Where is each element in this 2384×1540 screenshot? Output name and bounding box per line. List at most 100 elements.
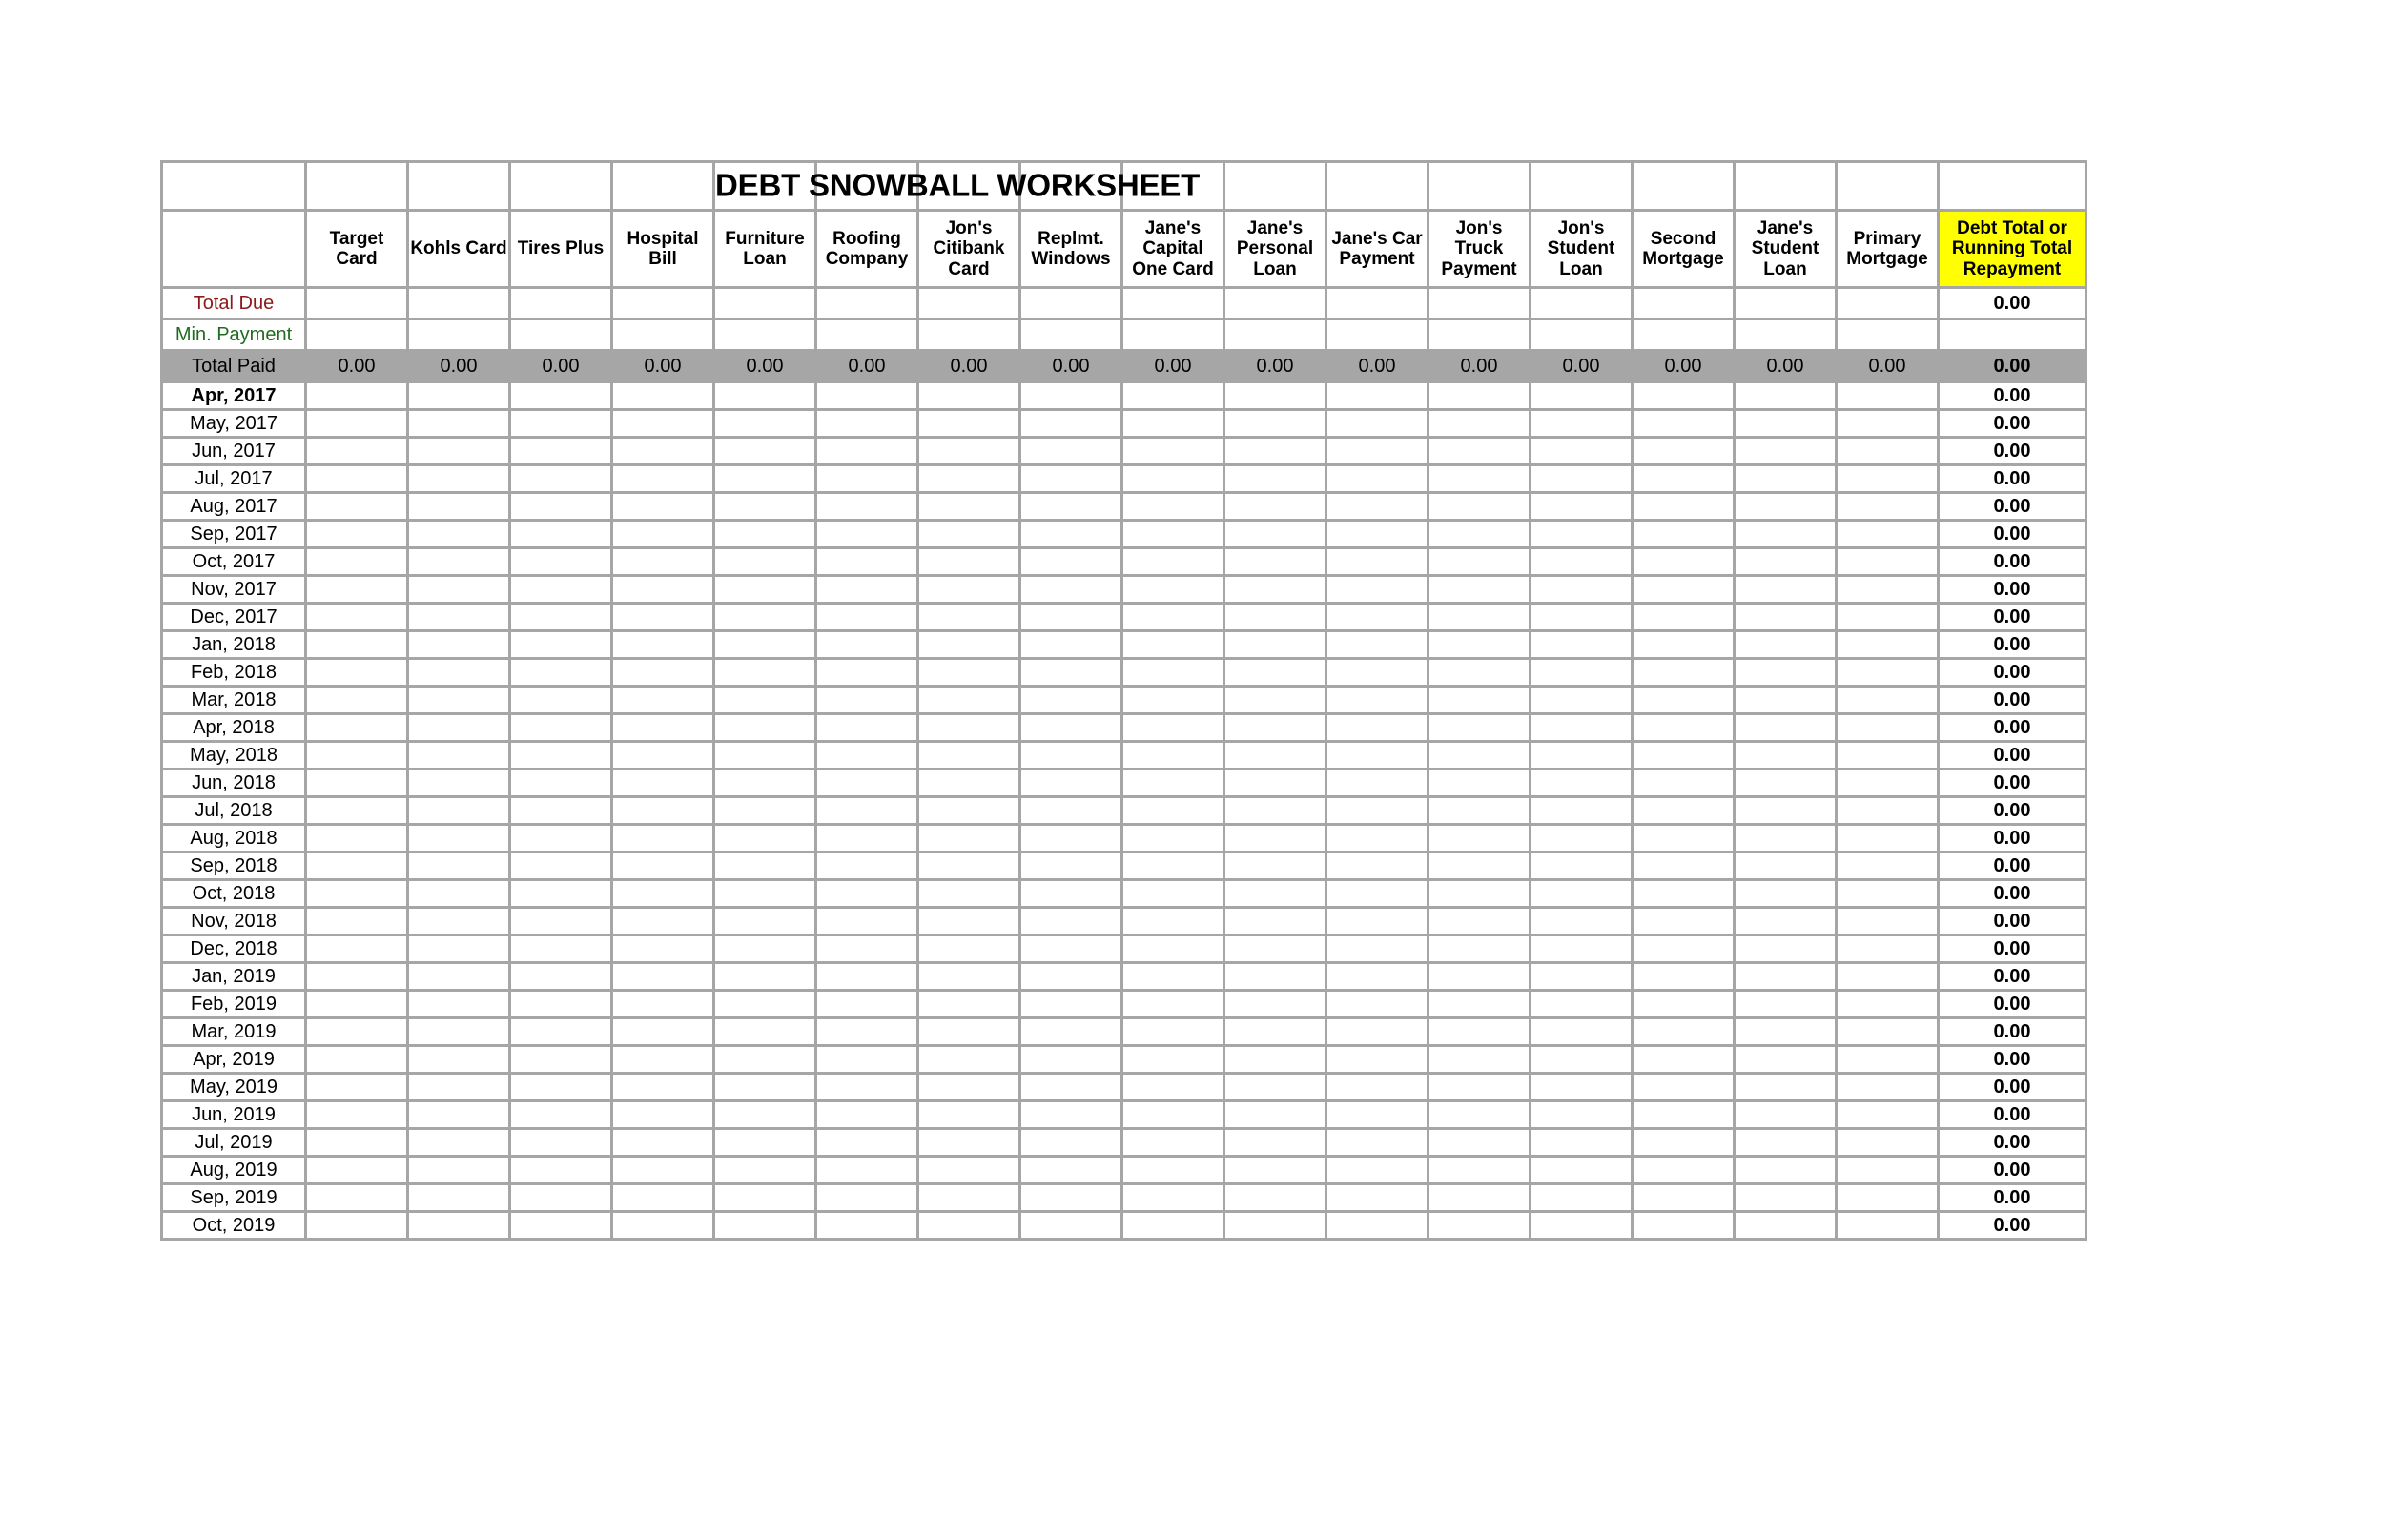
payment-entry-cell[interactable] — [307, 1019, 406, 1044]
payment-entry-cell[interactable] — [817, 411, 916, 436]
payment-entry-cell[interactable] — [1838, 743, 1937, 768]
payment-entry-cell[interactable] — [613, 715, 712, 740]
payment-entry-cell[interactable] — [1021, 909, 1120, 934]
payment-entry-cell[interactable] — [1429, 439, 1529, 463]
payment-entry-cell[interactable] — [715, 798, 814, 823]
payment-entry-cell[interactable] — [1838, 383, 1937, 408]
payment-entry-cell[interactable] — [817, 549, 916, 574]
month-label[interactable]: Jul, 2019 — [163, 1130, 304, 1155]
payment-entry-cell[interactable] — [613, 826, 712, 851]
payment-entry-cell[interactable] — [715, 549, 814, 574]
payment-entry-cell[interactable] — [1021, 1019, 1120, 1044]
payment-entry-cell[interactable] — [1327, 881, 1427, 906]
payment-entry-cell[interactable] — [1021, 964, 1120, 989]
payment-entry-cell[interactable] — [1327, 826, 1427, 851]
payment-entry-cell[interactable] — [1838, 494, 1937, 519]
payment-entry-cell[interactable] — [1736, 1130, 1835, 1155]
month-label[interactable]: Apr, 2017 — [163, 383, 304, 408]
total-due-input[interactable] — [409, 289, 508, 318]
payment-entry-cell[interactable] — [1531, 383, 1631, 408]
payment-entry-cell[interactable] — [1634, 798, 1733, 823]
payment-entry-cell[interactable] — [1327, 688, 1427, 712]
payment-entry-cell[interactable] — [1429, 660, 1529, 685]
payment-entry-cell[interactable] — [511, 383, 610, 408]
month-label[interactable]: Sep, 2017 — [163, 522, 304, 546]
payment-entry-cell[interactable] — [1531, 439, 1631, 463]
payment-entry-cell[interactable] — [715, 881, 814, 906]
payment-entry-cell[interactable] — [1736, 826, 1835, 851]
payment-entry-cell[interactable] — [409, 439, 508, 463]
payment-entry-cell[interactable] — [1736, 383, 1835, 408]
min-payment-input[interactable] — [1123, 320, 1223, 349]
payment-entry-cell[interactable] — [1429, 494, 1529, 519]
payment-entry-cell[interactable] — [1021, 798, 1120, 823]
payment-entry-cell[interactable] — [1429, 466, 1529, 491]
payment-entry-cell[interactable] — [409, 660, 508, 685]
payment-entry-cell[interactable] — [613, 936, 712, 961]
payment-entry-cell[interactable] — [715, 1130, 814, 1155]
payment-entry-cell[interactable] — [1531, 688, 1631, 712]
column-header-jon-s-truck-payment[interactable]: Jon's Truck Payment — [1429, 212, 1529, 286]
payment-entry-cell[interactable] — [613, 1047, 712, 1072]
payment-entry-cell[interactable] — [1634, 549, 1733, 574]
column-header-roofing-company[interactable]: Roofing Company — [817, 212, 916, 286]
payment-entry-cell[interactable] — [1327, 522, 1427, 546]
payment-entry-cell[interactable] — [1838, 798, 1937, 823]
payment-entry-cell[interactable] — [511, 1047, 610, 1072]
payment-entry-cell[interactable] — [409, 605, 508, 629]
payment-entry-cell[interactable] — [1736, 881, 1835, 906]
payment-entry-cell[interactable] — [613, 577, 712, 602]
payment-entry-cell[interactable] — [511, 826, 610, 851]
column-header-jane-s-car-payment[interactable]: Jane's Car Payment — [1327, 212, 1427, 286]
payment-entry-cell[interactable] — [919, 411, 1018, 436]
payment-entry-cell[interactable] — [1021, 439, 1120, 463]
payment-entry-cell[interactable] — [1634, 1130, 1733, 1155]
payment-entry-cell[interactable] — [1429, 605, 1529, 629]
payment-entry-cell[interactable] — [817, 1047, 916, 1072]
month-label[interactable]: Aug, 2017 — [163, 494, 304, 519]
payment-entry-cell[interactable] — [715, 853, 814, 878]
payment-entry-cell[interactable] — [919, 632, 1018, 657]
payment-entry-cell[interactable] — [1327, 1213, 1427, 1238]
payment-entry-cell[interactable] — [613, 798, 712, 823]
payment-entry-cell[interactable] — [1634, 992, 1733, 1016]
payment-entry-cell[interactable] — [817, 798, 916, 823]
payment-entry-cell[interactable] — [511, 660, 610, 685]
payment-entry-cell[interactable] — [307, 549, 406, 574]
payment-entry-cell[interactable] — [817, 992, 916, 1016]
payment-entry-cell[interactable] — [1225, 439, 1325, 463]
payment-entry-cell[interactable] — [613, 632, 712, 657]
month-label[interactable]: Sep, 2018 — [163, 853, 304, 878]
min-payment-input[interactable] — [715, 320, 814, 349]
payment-entry-cell[interactable] — [1634, 466, 1733, 491]
payment-entry-cell[interactable] — [919, 1075, 1018, 1099]
payment-entry-cell[interactable] — [1634, 383, 1733, 408]
payment-entry-cell[interactable] — [1225, 411, 1325, 436]
payment-entry-cell[interactable] — [1429, 549, 1529, 574]
payment-entry-cell[interactable] — [409, 688, 508, 712]
column-header-jane-s-capital-one-card[interactable]: Jane's Capital One Card — [1123, 212, 1223, 286]
payment-entry-cell[interactable] — [919, 605, 1018, 629]
payment-entry-cell[interactable] — [1021, 1047, 1120, 1072]
payment-entry-cell[interactable] — [1838, 1213, 1937, 1238]
column-header-replmt-windows[interactable]: Replmt. Windows — [1021, 212, 1120, 286]
payment-entry-cell[interactable] — [409, 1130, 508, 1155]
payment-entry-cell[interactable] — [1531, 798, 1631, 823]
payment-entry-cell[interactable] — [613, 1019, 712, 1044]
payment-entry-cell[interactable] — [613, 494, 712, 519]
payment-entry-cell[interactable] — [817, 494, 916, 519]
payment-entry-cell[interactable] — [919, 577, 1018, 602]
payment-entry-cell[interactable] — [613, 881, 712, 906]
payment-entry-cell[interactable] — [613, 1075, 712, 1099]
payment-entry-cell[interactable] — [715, 826, 814, 851]
payment-entry-cell[interactable] — [1225, 770, 1325, 795]
month-label[interactable]: May, 2019 — [163, 1075, 304, 1099]
payment-entry-cell[interactable] — [1531, 660, 1631, 685]
payment-entry-cell[interactable] — [817, 522, 916, 546]
payment-entry-cell[interactable] — [1123, 743, 1223, 768]
payment-entry-cell[interactable] — [1634, 1075, 1733, 1099]
total-due-input[interactable] — [919, 289, 1018, 318]
payment-entry-cell[interactable] — [715, 577, 814, 602]
payment-entry-cell[interactable] — [1225, 522, 1325, 546]
min-payment-input[interactable] — [919, 320, 1018, 349]
